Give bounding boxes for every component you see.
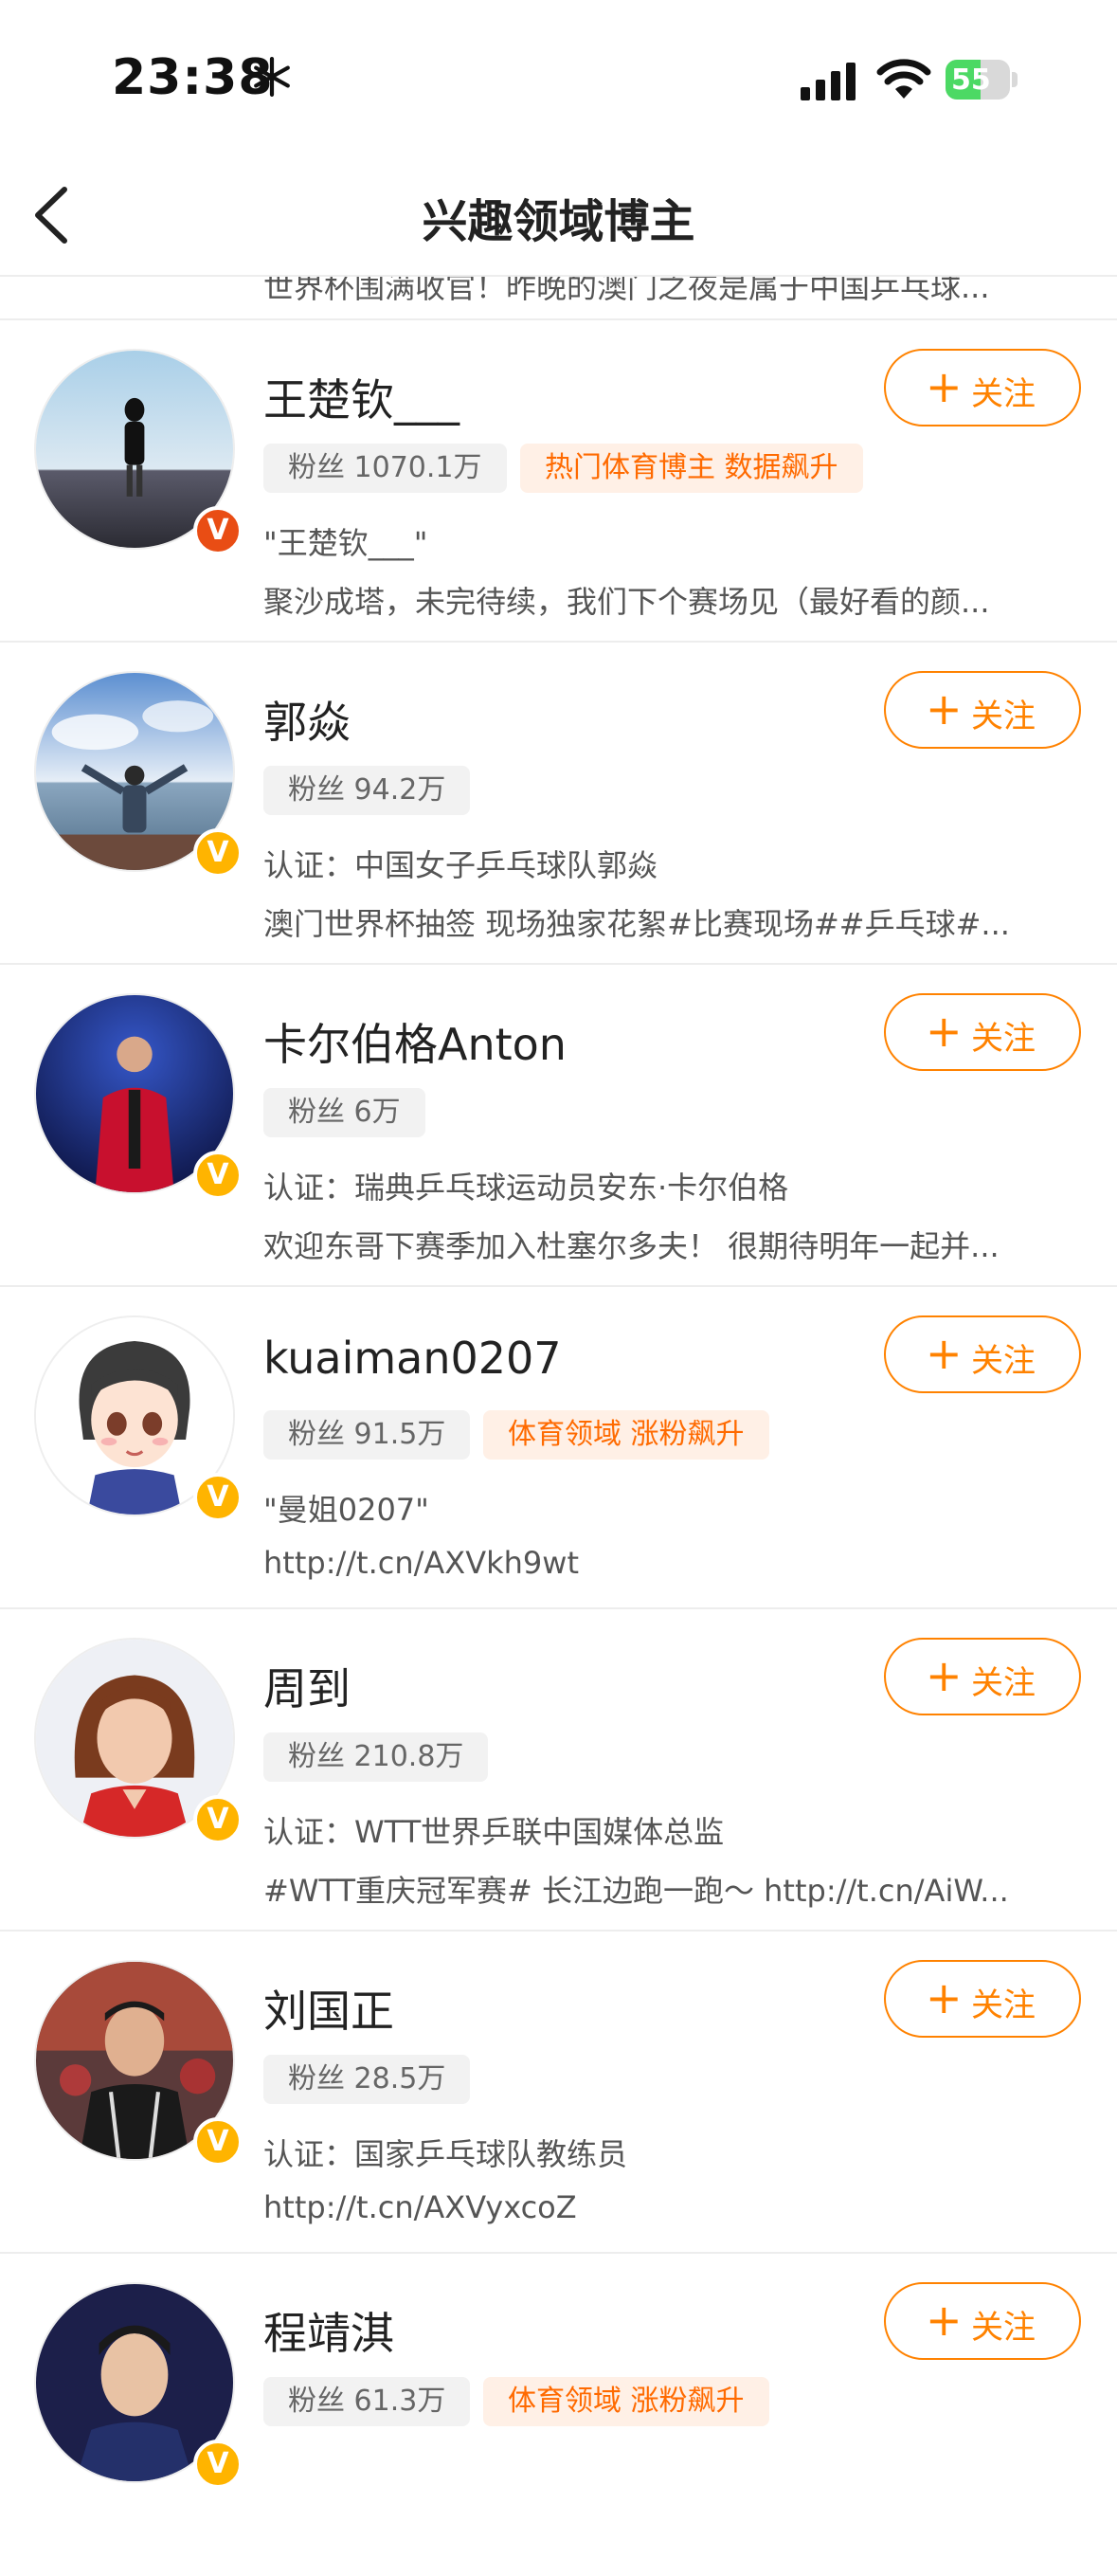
latest-post-text: #WTT重庆冠军赛# 长江边跑一跑～ http://t.cn/AiW... bbox=[263, 1873, 1009, 1909]
fans-count-badge: 粉丝 61.3万 bbox=[263, 2377, 471, 2426]
fans-count-badge: 粉丝 1070.1万 bbox=[263, 444, 507, 493]
latest-post-text: 欢迎东哥下赛季加入杜塞尔多夫！ 很期待明年一起并... bbox=[263, 1228, 1000, 1264]
cellular-signal-icon bbox=[801, 63, 856, 100]
plus-icon: + bbox=[926, 1650, 963, 1701]
fans-count-badge: 粉丝 28.5万 bbox=[263, 2055, 471, 2104]
blogger-row[interactable]: V 程靖淇粉丝 61.3万 体育领域 涨粉飙升 + 关注 bbox=[0, 2254, 1117, 2576]
trending-tag: 体育领域 涨粉飙升 bbox=[483, 2377, 769, 2426]
follow-button[interactable]: + 关注 bbox=[884, 349, 1081, 426]
plus-icon: + bbox=[926, 1328, 963, 1379]
plus-icon: + bbox=[926, 1972, 963, 2023]
status-bar: 23:38 55 bbox=[0, 0, 1117, 142]
latest-post-text: 澳门世界杯抽签 现场独家花絮#比赛现场##乒乓球#... bbox=[263, 906, 1010, 942]
wifi-icon bbox=[876, 59, 931, 99]
follow-label: 关注 bbox=[971, 1342, 1036, 1380]
snowflake-icon bbox=[254, 57, 290, 97]
verified-badge-icon: V bbox=[193, 1151, 243, 1200]
fans-count-badge: 粉丝 91.5万 bbox=[263, 1410, 471, 1460]
fans-count-badge: 粉丝 94.2万 bbox=[263, 766, 471, 815]
partial-item-text: 世界杯围满收官！昨晚的澳门之夜是属于中国乒乓球... bbox=[263, 277, 990, 305]
verified-badge-glyph: V bbox=[207, 1803, 229, 1836]
verified-badge-glyph: V bbox=[207, 2447, 229, 2480]
verified-badge-glyph: V bbox=[207, 836, 229, 869]
verified-badge-glyph: V bbox=[207, 514, 229, 547]
blogger-description: 认证：瑞典乒乓球运动员安东·卡尔伯格 bbox=[263, 1170, 789, 1206]
verified-badge-icon: V bbox=[193, 1473, 243, 1522]
plus-icon: + bbox=[926, 2295, 963, 2346]
blogger-row[interactable]: V 周到粉丝 210.8万认证：WTT世界乒联中国媒体总监 #WTT重庆冠军赛# 长… bbox=[0, 1609, 1117, 1932]
blogger-row[interactable]: V 刘国正粉丝 28.5万认证：国家乒乓球队教练员 http://t.cn/AXVy… bbox=[0, 1932, 1117, 2254]
plus-icon: + bbox=[926, 683, 963, 735]
verified-badge-glyph: V bbox=[207, 2125, 229, 2158]
plus-icon: + bbox=[926, 1006, 963, 1057]
verified-badge-icon: V bbox=[193, 828, 243, 878]
blogger-row[interactable]: Vkuaiman0207 粉丝 91.5万 体育领域 涨粉飙升 "曼姐0207" htt… bbox=[0, 1287, 1117, 1609]
follow-label: 关注 bbox=[971, 1664, 1036, 1702]
blogger-name[interactable]: 卡尔伯格Anton bbox=[263, 1010, 567, 1073]
verified-badge-glyph: V bbox=[207, 1480, 229, 1514]
blogger-name[interactable]: 王楚钦___ bbox=[263, 366, 459, 428]
battery-tip bbox=[1012, 72, 1018, 87]
blogger-description: 认证：国家乒乓球队教练员 bbox=[263, 2136, 628, 2172]
follow-label: 关注 bbox=[971, 375, 1036, 413]
verified-badge-glyph: V bbox=[207, 1158, 229, 1191]
blogger-name[interactable]: 程靖淇 bbox=[263, 2299, 394, 2362]
verified-badge-icon: V bbox=[193, 2440, 243, 2489]
latest-post-text: http://t.cn/AXVkh9wt bbox=[263, 1545, 579, 1581]
trending-tag: 体育领域 涨粉飙升 bbox=[483, 1410, 769, 1460]
follow-label: 关注 bbox=[971, 698, 1036, 735]
blogger-name[interactable]: 郭焱 bbox=[263, 688, 351, 751]
fans-count-badge: 粉丝 210.8万 bbox=[263, 1732, 489, 1782]
follow-button[interactable]: + 关注 bbox=[884, 2282, 1081, 2360]
blogger-description: "王楚钦___" bbox=[263, 525, 428, 561]
blogger-description: 认证：中国女子乒乓球队郭焱 bbox=[263, 847, 658, 883]
navigation-bar: 兴趣领域博主 bbox=[0, 142, 1117, 277]
verified-badge-icon: V bbox=[193, 1795, 243, 1844]
follow-button[interactable]: + 关注 bbox=[884, 1638, 1081, 1715]
blogger-row[interactable]: V 郭焱粉丝 94.2万认证：中国女子乒乓球队郭焱澳门世界杯抽签 现场独家花絮#比… bbox=[0, 643, 1117, 965]
latest-post-text: http://t.cn/AXVyxcoZ bbox=[263, 2189, 577, 2225]
blogger-description: "曼姐0207" bbox=[263, 1492, 429, 1528]
trending-tag: 热门体育博主 数据飙升 bbox=[520, 444, 863, 493]
battery-icon: 55 bbox=[946, 60, 1018, 100]
follow-label: 关注 bbox=[971, 1986, 1036, 2024]
partial-list-item: 世界杯围满收官！昨晚的澳门之夜是属于中国乒乓球... bbox=[0, 277, 1117, 318]
follow-button[interactable]: + 关注 bbox=[884, 671, 1081, 749]
follow-button[interactable]: + 关注 bbox=[884, 1960, 1081, 2038]
verified-badge-icon: V bbox=[193, 2117, 243, 2167]
blogger-name[interactable]: 刘国正 bbox=[263, 1977, 394, 2040]
latest-post-text: 聚沙成塔，未完待续，我们下个赛场见（最好看的颜... bbox=[263, 584, 990, 620]
fans-count-badge: 粉丝 6万 bbox=[263, 1088, 425, 1137]
battery-percent: 55 bbox=[951, 63, 991, 97]
page-title: 兴趣领域博主 bbox=[422, 195, 695, 248]
follow-label: 关注 bbox=[971, 1020, 1036, 1058]
status-time: 23:38 bbox=[112, 49, 274, 106]
battery-body: 55 bbox=[946, 60, 1010, 100]
blogger-name[interactable]: kuaiman0207 bbox=[263, 1333, 562, 1384]
verified-badge-icon: V bbox=[193, 506, 243, 555]
follow-label: 关注 bbox=[971, 2309, 1036, 2347]
divider bbox=[0, 275, 1117, 277]
follow-button[interactable]: + 关注 bbox=[884, 993, 1081, 1071]
follow-button[interactable]: + 关注 bbox=[884, 1315, 1081, 1393]
blogger-row[interactable]: V 卡尔伯格Anton 粉丝 6万认证：瑞典乒乓球运动员安东·卡尔伯格欢迎东哥下赛季… bbox=[0, 965, 1117, 1287]
blogger-name[interactable]: 周到 bbox=[263, 1655, 351, 1717]
plus-icon: + bbox=[926, 361, 963, 412]
blogger-description: 认证：WTT世界乒联中国媒体总监 bbox=[263, 1814, 725, 1850]
blogger-row[interactable]: V 王楚钦___ 粉丝 1070.1万 热门体育博主 数据飙升 "王楚钦___" 聚沙成塔… bbox=[0, 320, 1117, 643]
